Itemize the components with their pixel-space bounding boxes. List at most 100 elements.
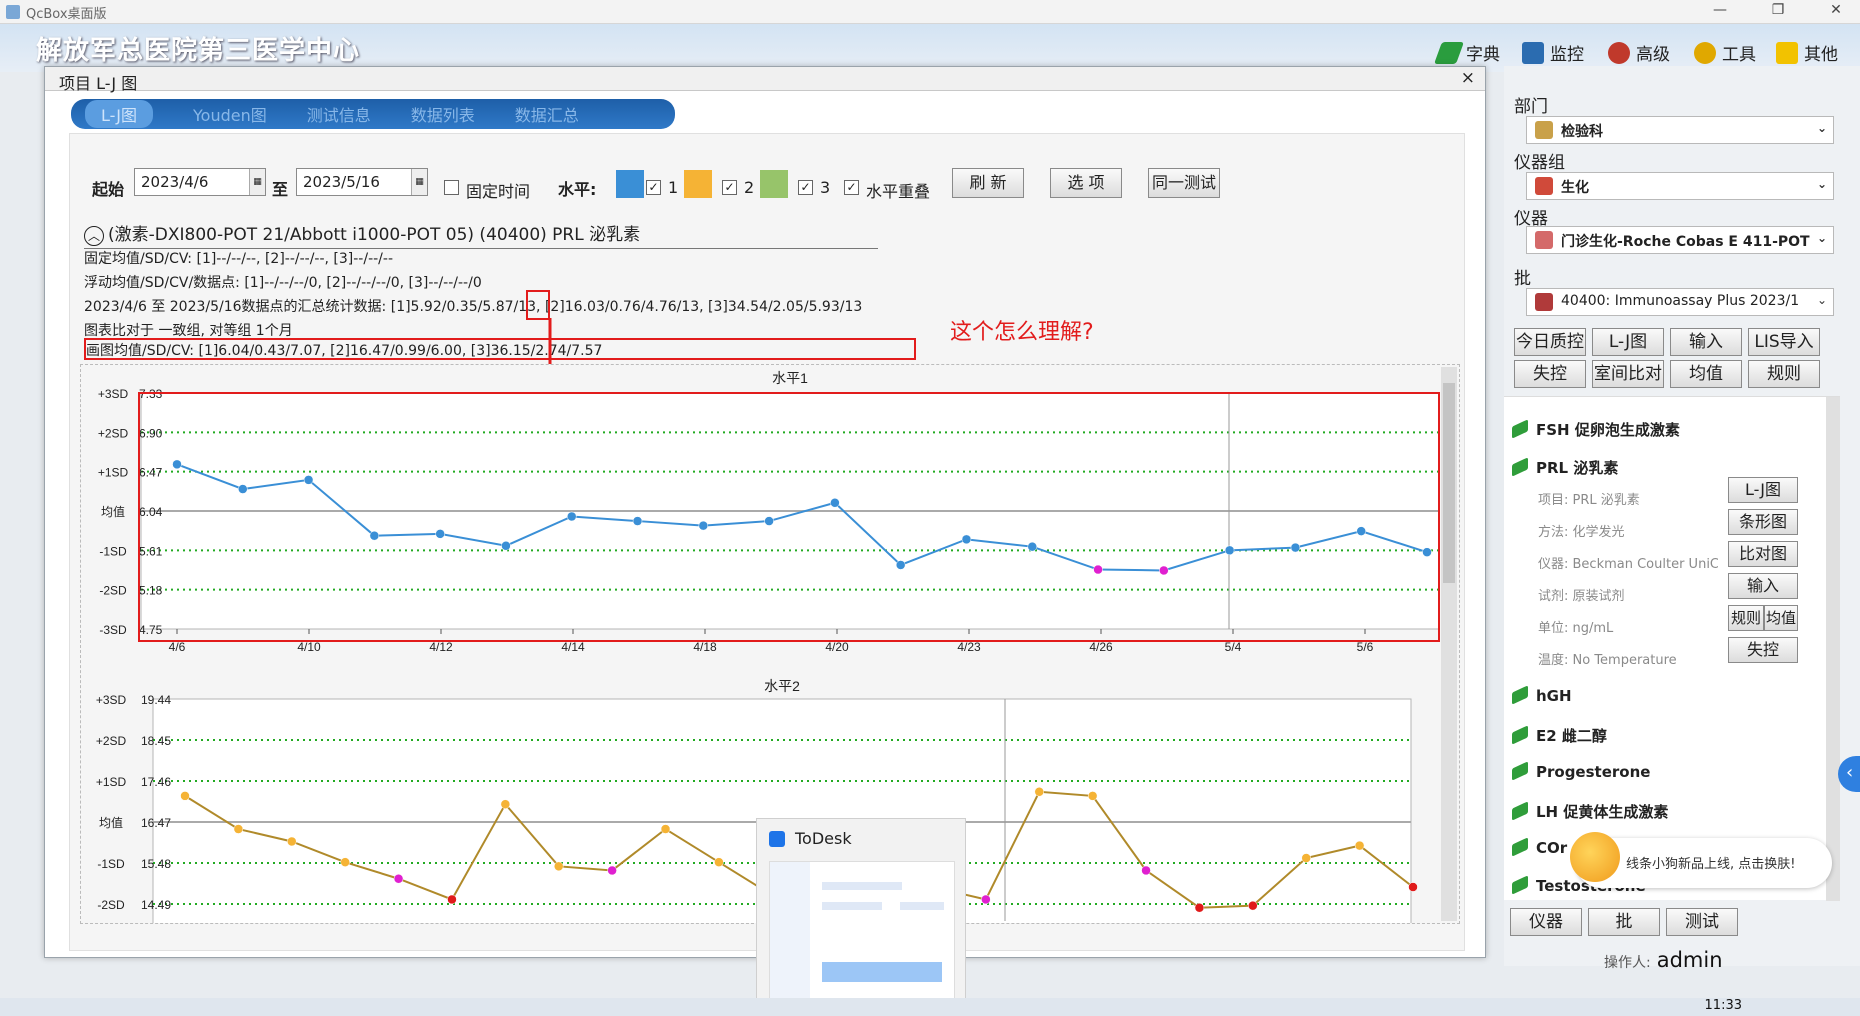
today-qc-button[interactable]: 今日质控 bbox=[1514, 328, 1586, 356]
detail-reagent: 试剂: 原装试剂 bbox=[1538, 589, 1625, 604]
input-button[interactable]: 输入 bbox=[1670, 328, 1742, 356]
data-point bbox=[660, 824, 671, 834]
x-tick-label: 4/20 bbox=[825, 640, 849, 654]
menu-other[interactable]: 其他 bbox=[1776, 40, 1838, 65]
instrument-button[interactable]: 仪器 bbox=[1510, 908, 1582, 936]
y-tick-label: 17.46 bbox=[141, 775, 171, 789]
chevron-down-icon: ⌄ bbox=[1816, 121, 1827, 135]
test-list: FSH 促卵泡生成激素 PRL 泌乳素 项目: PRL 泌乳素 方法: 化学发光… bbox=[1504, 396, 1840, 901]
out-of-control-button[interactable]: 失控 bbox=[1514, 360, 1586, 388]
sd-label: +2SD bbox=[98, 426, 129, 440]
leaf-icon bbox=[1512, 875, 1528, 895]
level-label: 水平: bbox=[558, 180, 597, 199]
annotation-text: 这个怎么理解? bbox=[950, 320, 1094, 345]
menu-advanced[interactable]: 高级 bbox=[1608, 40, 1670, 65]
dept-select[interactable]: 检验科 ⌄ bbox=[1526, 116, 1834, 144]
mean-button[interactable]: 均值 bbox=[1670, 360, 1742, 388]
item-out-of-control-button[interactable]: 失控 bbox=[1728, 637, 1798, 663]
item-mean-button[interactable]: 均值 bbox=[1764, 605, 1798, 631]
menu-tools[interactable]: 工具 bbox=[1694, 40, 1756, 65]
level3-checkbox[interactable]: ✓ bbox=[798, 180, 813, 195]
refresh-button[interactable]: 刷 新 bbox=[952, 168, 1024, 198]
todesk-thumbnail[interactable] bbox=[769, 861, 955, 1003]
maximize-button[interactable]: ❐ bbox=[1764, 2, 1792, 18]
data-point bbox=[553, 861, 564, 872]
same-test-button[interactable]: 同一测试 bbox=[1148, 168, 1220, 198]
end-date-input[interactable]: 2023/5/16 ▦ bbox=[296, 168, 428, 196]
app-icon bbox=[6, 5, 20, 19]
collapse-icon[interactable]: ︿ bbox=[84, 226, 104, 246]
list-item-selected[interactable]: PRL 泌乳素 bbox=[1512, 457, 1618, 478]
highlight-box-plot-mean bbox=[84, 338, 916, 360]
taskbar: 11:33 bbox=[0, 998, 1860, 1016]
compare-chart-button[interactable]: 比对图 bbox=[1728, 541, 1798, 567]
minimize-button[interactable]: — bbox=[1706, 2, 1734, 18]
tab-youden[interactable]: Youden图 bbox=[193, 102, 267, 126]
tab-lj[interactable]: L-J图 bbox=[85, 100, 154, 128]
level2-checkbox[interactable]: ✓ bbox=[722, 180, 737, 195]
item-lj-button[interactable]: L-J图 bbox=[1728, 477, 1798, 503]
list-item[interactable]: FSH 促卵泡生成激素 bbox=[1512, 419, 1680, 440]
tab-bar: L-J图 Youden图 测试信息 数据列表 数据汇总 bbox=[71, 99, 675, 129]
tab-data-summary[interactable]: 数据汇总 bbox=[515, 102, 579, 126]
options-button[interactable]: 选 项 bbox=[1050, 168, 1122, 198]
level1-swatch bbox=[616, 170, 644, 198]
x-tick-label: 4/26 bbox=[1089, 640, 1113, 654]
list-item[interactable]: hGH bbox=[1512, 685, 1572, 705]
tab-data-list[interactable]: 数据列表 bbox=[411, 102, 475, 126]
detail-item: 项目: PRL 泌乳素 bbox=[1538, 493, 1640, 508]
taskbar-clock: 11:33 bbox=[1704, 998, 1742, 1013]
list-scrollbar[interactable] bbox=[1826, 397, 1840, 901]
menu-dictionary[interactable]: 字典 bbox=[1433, 40, 1500, 65]
lis-import-button[interactable]: LIS导入 bbox=[1748, 328, 1820, 356]
menu-monitor[interactable]: 监控 bbox=[1522, 40, 1584, 65]
x-tick-label: 5/4 bbox=[1225, 640, 1242, 654]
list-item[interactable]: Progesterone bbox=[1512, 761, 1650, 781]
dialog-close-button[interactable]: × bbox=[1461, 68, 1475, 88]
to-label: 至 bbox=[272, 180, 289, 199]
leaf-icon bbox=[1512, 761, 1528, 781]
sd-label: -3SD bbox=[99, 623, 127, 637]
close-window-button[interactable]: ✕ bbox=[1822, 2, 1850, 18]
interlab-compare-button[interactable]: 室间比对 bbox=[1592, 360, 1664, 388]
y-tick-label: 18.45 bbox=[141, 734, 171, 748]
chart-scrollbar-thumb[interactable] bbox=[1443, 383, 1455, 583]
overlap-label: 水平重叠 bbox=[866, 182, 931, 201]
rules-button[interactable]: 规则 bbox=[1748, 360, 1820, 388]
fixed-time-label: 固定时间 bbox=[466, 182, 531, 201]
start-date-input[interactable]: 2023/4/6 ▦ bbox=[134, 168, 266, 196]
leaf-icon bbox=[1512, 837, 1528, 857]
lj-button[interactable]: L-J图 bbox=[1592, 328, 1664, 356]
lot-button[interactable]: 批 bbox=[1588, 908, 1660, 936]
data-point bbox=[340, 857, 350, 867]
app-header: 解放军总医院第三医学中心 字典 监控 高级 工具 其他 bbox=[0, 24, 1860, 72]
calendar-icon[interactable]: ▦ bbox=[249, 169, 265, 195]
list-item[interactable]: COr bbox=[1512, 837, 1567, 857]
chevron-down-icon: ⌄ bbox=[1816, 177, 1827, 191]
sd-label: +2SD bbox=[96, 734, 127, 748]
notification-text: 线条小狗新品上线, 点击换肤! bbox=[1626, 857, 1796, 872]
test-button[interactable]: 测试 bbox=[1666, 908, 1738, 936]
sd-label: -1SD bbox=[97, 857, 125, 871]
todesk-preview[interactable]: ToDesk bbox=[756, 818, 966, 1016]
list-item[interactable]: E2 雌二醇 bbox=[1512, 725, 1607, 746]
list-item[interactable]: LH 促黄体生成激素 bbox=[1512, 801, 1668, 822]
fixed-time-checkbox[interactable] bbox=[444, 180, 459, 195]
barcode-icon bbox=[1535, 293, 1553, 311]
lot-select[interactable]: 40400: Immunoassay Plus 2023/1 ⌄ bbox=[1526, 288, 1834, 316]
data-point bbox=[233, 824, 244, 834]
item-rules-button[interactable]: 规则 bbox=[1728, 605, 1764, 631]
sd-label: -2SD bbox=[97, 898, 125, 912]
level1-checkbox[interactable]: ✓ bbox=[646, 180, 661, 195]
detail-unit: 单位: ng/mL bbox=[1538, 621, 1614, 636]
overlap-checkbox[interactable]: ✓ bbox=[844, 180, 859, 195]
tab-test-info[interactable]: 测试信息 bbox=[307, 102, 371, 126]
data-point bbox=[180, 791, 190, 801]
skin-notification[interactable]: 线条小狗新品上线, 点击换肤! bbox=[1570, 832, 1832, 888]
calendar-icon[interactable]: ▦ bbox=[411, 169, 427, 195]
group-select[interactable]: 生化 ⌄ bbox=[1526, 172, 1834, 200]
instrument-select[interactable]: 门诊生化-Roche Cobas E 411-POT ⌄ bbox=[1526, 226, 1834, 254]
bar-chart-button[interactable]: 条形图 bbox=[1728, 509, 1798, 535]
item-input-button[interactable]: 输入 bbox=[1728, 573, 1798, 599]
sd-label: +3SD bbox=[98, 387, 129, 401]
